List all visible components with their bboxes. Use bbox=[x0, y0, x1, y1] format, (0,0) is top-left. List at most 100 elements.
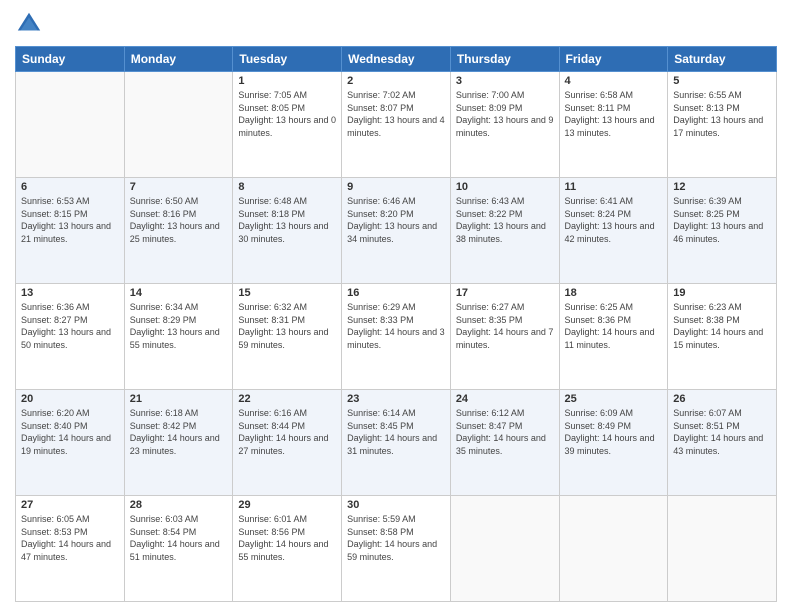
calendar-cell: 21 Sunrise: 6:18 AM Sunset: 8:42 PM Dayli… bbox=[124, 390, 233, 496]
day-info: Sunrise: 6:46 AM Sunset: 8:20 PM Dayligh… bbox=[347, 195, 445, 245]
day-number: 16 bbox=[347, 287, 445, 299]
day-info: Sunrise: 6:12 AM Sunset: 8:47 PM Dayligh… bbox=[456, 407, 554, 457]
day-number: 20 bbox=[21, 393, 119, 405]
calendar-cell: 1 Sunrise: 7:05 AM Sunset: 8:05 PM Daylig… bbox=[233, 72, 342, 178]
day-number: 19 bbox=[673, 287, 771, 299]
day-number: 27 bbox=[21, 499, 119, 511]
calendar-table: SundayMondayTuesdayWednesdayThursdayFrid… bbox=[15, 46, 777, 602]
day-number: 3 bbox=[456, 75, 554, 87]
day-info: Sunrise: 7:00 AM Sunset: 8:09 PM Dayligh… bbox=[456, 89, 554, 139]
calendar-cell: 3 Sunrise: 7:00 AM Sunset: 8:09 PM Daylig… bbox=[450, 72, 559, 178]
calendar-week-row: 13Sunrise: 6:36 AM Sunset: 8:27 PM Dayli… bbox=[16, 284, 777, 390]
calendar-cell: 17Sunrise: 6:27 AM Sunset: 8:35 PM Dayli… bbox=[450, 284, 559, 390]
calendar-cell bbox=[559, 496, 668, 602]
calendar-cell: 13Sunrise: 6:36 AM Sunset: 8:27 PM Dayli… bbox=[16, 284, 125, 390]
calendar-cell: 20 Sunrise: 6:20 AM Sunset: 8:40 PM Dayli… bbox=[16, 390, 125, 496]
day-number: 21 bbox=[130, 393, 228, 405]
day-number: 9 bbox=[347, 181, 445, 193]
weekday-header-saturday: Saturday bbox=[668, 47, 777, 72]
day-number: 15 bbox=[238, 287, 336, 299]
weekday-header-sunday: Sunday bbox=[16, 47, 125, 72]
calendar-cell: 11 Sunrise: 6:41 AM Sunset: 8:24 PM Dayli… bbox=[559, 178, 668, 284]
calendar-cell: 16 Sunrise: 6:29 AM Sunset: 8:33 PM Dayli… bbox=[342, 284, 451, 390]
calendar-cell: 6Sunrise: 6:53 AM Sunset: 8:15 PM Daylig… bbox=[16, 178, 125, 284]
calendar-cell: 14 Sunrise: 6:34 AM Sunset: 8:29 PM Dayli… bbox=[124, 284, 233, 390]
calendar-week-row: 6Sunrise: 6:53 AM Sunset: 8:15 PM Daylig… bbox=[16, 178, 777, 284]
weekday-header-thursday: Thursday bbox=[450, 47, 559, 72]
day-info: Sunrise: 6:27 AM Sunset: 8:35 PM Dayligh… bbox=[456, 301, 554, 351]
day-info: Sunrise: 6:43 AM Sunset: 8:22 PM Dayligh… bbox=[456, 195, 554, 245]
day-info: Sunrise: 6:55 AM Sunset: 8:13 PM Dayligh… bbox=[673, 89, 771, 139]
day-number: 29 bbox=[238, 499, 336, 511]
day-number: 7 bbox=[130, 181, 228, 193]
day-info: Sunrise: 6:01 AM Sunset: 8:56 PM Dayligh… bbox=[238, 513, 336, 563]
day-number: 1 bbox=[238, 75, 336, 87]
calendar-cell: 8 Sunrise: 6:48 AM Sunset: 8:18 PM Daylig… bbox=[233, 178, 342, 284]
calendar-week-row: 20 Sunrise: 6:20 AM Sunset: 8:40 PM Dayli… bbox=[16, 390, 777, 496]
weekday-header-friday: Friday bbox=[559, 47, 668, 72]
calendar-cell: 22 Sunrise: 6:16 AM Sunset: 8:44 PM Dayli… bbox=[233, 390, 342, 496]
day-number: 22 bbox=[238, 393, 336, 405]
day-info: Sunrise: 6:18 AM Sunset: 8:42 PM Dayligh… bbox=[130, 407, 228, 457]
calendar-cell: 24 Sunrise: 6:12 AM Sunset: 8:47 PM Dayli… bbox=[450, 390, 559, 496]
weekday-header-wednesday: Wednesday bbox=[342, 47, 451, 72]
calendar-cell: 23 Sunrise: 6:14 AM Sunset: 8:45 PM Dayli… bbox=[342, 390, 451, 496]
day-info: Sunrise: 6:29 AM Sunset: 8:33 PM Dayligh… bbox=[347, 301, 445, 351]
day-number: 11 bbox=[565, 181, 663, 193]
calendar-cell: 5Sunrise: 6:55 AM Sunset: 8:13 PM Daylig… bbox=[668, 72, 777, 178]
day-info: Sunrise: 6:20 AM Sunset: 8:40 PM Dayligh… bbox=[21, 407, 119, 457]
day-info: Sunrise: 6:53 AM Sunset: 8:15 PM Dayligh… bbox=[21, 195, 119, 245]
day-info: Sunrise: 6:03 AM Sunset: 8:54 PM Dayligh… bbox=[130, 513, 228, 563]
calendar-cell: 28 Sunrise: 6:03 AM Sunset: 8:54 PM Dayli… bbox=[124, 496, 233, 602]
day-info: Sunrise: 6:41 AM Sunset: 8:24 PM Dayligh… bbox=[565, 195, 663, 245]
day-info: Sunrise: 6:50 AM Sunset: 8:16 PM Dayligh… bbox=[130, 195, 228, 245]
day-info: Sunrise: 6:25 AM Sunset: 8:36 PM Dayligh… bbox=[565, 301, 663, 351]
day-number: 4 bbox=[565, 75, 663, 87]
calendar-cell: 25 Sunrise: 6:09 AM Sunset: 8:49 PM Dayli… bbox=[559, 390, 668, 496]
day-number: 24 bbox=[456, 393, 554, 405]
day-number: 12 bbox=[673, 181, 771, 193]
calendar-week-row: 27 Sunrise: 6:05 AM Sunset: 8:53 PM Dayli… bbox=[16, 496, 777, 602]
calendar-cell: 7 Sunrise: 6:50 AM Sunset: 8:16 PM Daylig… bbox=[124, 178, 233, 284]
day-info: Sunrise: 6:09 AM Sunset: 8:49 PM Dayligh… bbox=[565, 407, 663, 457]
day-info: Sunrise: 6:05 AM Sunset: 8:53 PM Dayligh… bbox=[21, 513, 119, 563]
day-info: Sunrise: 6:34 AM Sunset: 8:29 PM Dayligh… bbox=[130, 301, 228, 351]
day-number: 8 bbox=[238, 181, 336, 193]
header bbox=[15, 10, 777, 38]
day-info: Sunrise: 6:58 AM Sunset: 8:11 PM Dayligh… bbox=[565, 89, 663, 139]
day-info: Sunrise: 6:14 AM Sunset: 8:45 PM Dayligh… bbox=[347, 407, 445, 457]
calendar-cell: 9 Sunrise: 6:46 AM Sunset: 8:20 PM Daylig… bbox=[342, 178, 451, 284]
day-number: 23 bbox=[347, 393, 445, 405]
day-info: Sunrise: 6:23 AM Sunset: 8:38 PM Dayligh… bbox=[673, 301, 771, 351]
calendar-cell: 15 Sunrise: 6:32 AM Sunset: 8:31 PM Dayli… bbox=[233, 284, 342, 390]
calendar-cell: 19 Sunrise: 6:23 AM Sunset: 8:38 PM Dayli… bbox=[668, 284, 777, 390]
calendar-cell bbox=[16, 72, 125, 178]
day-number: 2 bbox=[347, 75, 445, 87]
day-number: 13 bbox=[21, 287, 119, 299]
day-number: 14 bbox=[130, 287, 228, 299]
day-info: Sunrise: 7:05 AM Sunset: 8:05 PM Dayligh… bbox=[238, 89, 336, 139]
day-info: Sunrise: 5:59 AM Sunset: 8:58 PM Dayligh… bbox=[347, 513, 445, 563]
weekday-header-row: SundayMondayTuesdayWednesdayThursdayFrid… bbox=[16, 47, 777, 72]
day-info: Sunrise: 6:16 AM Sunset: 8:44 PM Dayligh… bbox=[238, 407, 336, 457]
calendar-cell: 27 Sunrise: 6:05 AM Sunset: 8:53 PM Dayli… bbox=[16, 496, 125, 602]
day-info: Sunrise: 6:32 AM Sunset: 8:31 PM Dayligh… bbox=[238, 301, 336, 351]
day-number: 18 bbox=[565, 287, 663, 299]
calendar-cell: 30Sunrise: 5:59 AM Sunset: 8:58 PM Dayli… bbox=[342, 496, 451, 602]
day-info: Sunrise: 6:48 AM Sunset: 8:18 PM Dayligh… bbox=[238, 195, 336, 245]
logo bbox=[15, 10, 47, 38]
day-info: Sunrise: 6:39 AM Sunset: 8:25 PM Dayligh… bbox=[673, 195, 771, 245]
day-number: 28 bbox=[130, 499, 228, 511]
day-number: 25 bbox=[565, 393, 663, 405]
calendar-cell: 18 Sunrise: 6:25 AM Sunset: 8:36 PM Dayli… bbox=[559, 284, 668, 390]
calendar-cell bbox=[450, 496, 559, 602]
calendar-cell: 4 Sunrise: 6:58 AM Sunset: 8:11 PM Daylig… bbox=[559, 72, 668, 178]
calendar-week-row: 1 Sunrise: 7:05 AM Sunset: 8:05 PM Daylig… bbox=[16, 72, 777, 178]
calendar-cell: 12 Sunrise: 6:39 AM Sunset: 8:25 PM Dayli… bbox=[668, 178, 777, 284]
calendar-cell: 29 Sunrise: 6:01 AM Sunset: 8:56 PM Dayli… bbox=[233, 496, 342, 602]
calendar-cell bbox=[124, 72, 233, 178]
page: SundayMondayTuesdayWednesdayThursdayFrid… bbox=[0, 0, 792, 612]
calendar-cell: 26Sunrise: 6:07 AM Sunset: 8:51 PM Dayli… bbox=[668, 390, 777, 496]
calendar-cell: 2Sunrise: 7:02 AM Sunset: 8:07 PM Daylig… bbox=[342, 72, 451, 178]
logo-icon bbox=[15, 10, 43, 38]
